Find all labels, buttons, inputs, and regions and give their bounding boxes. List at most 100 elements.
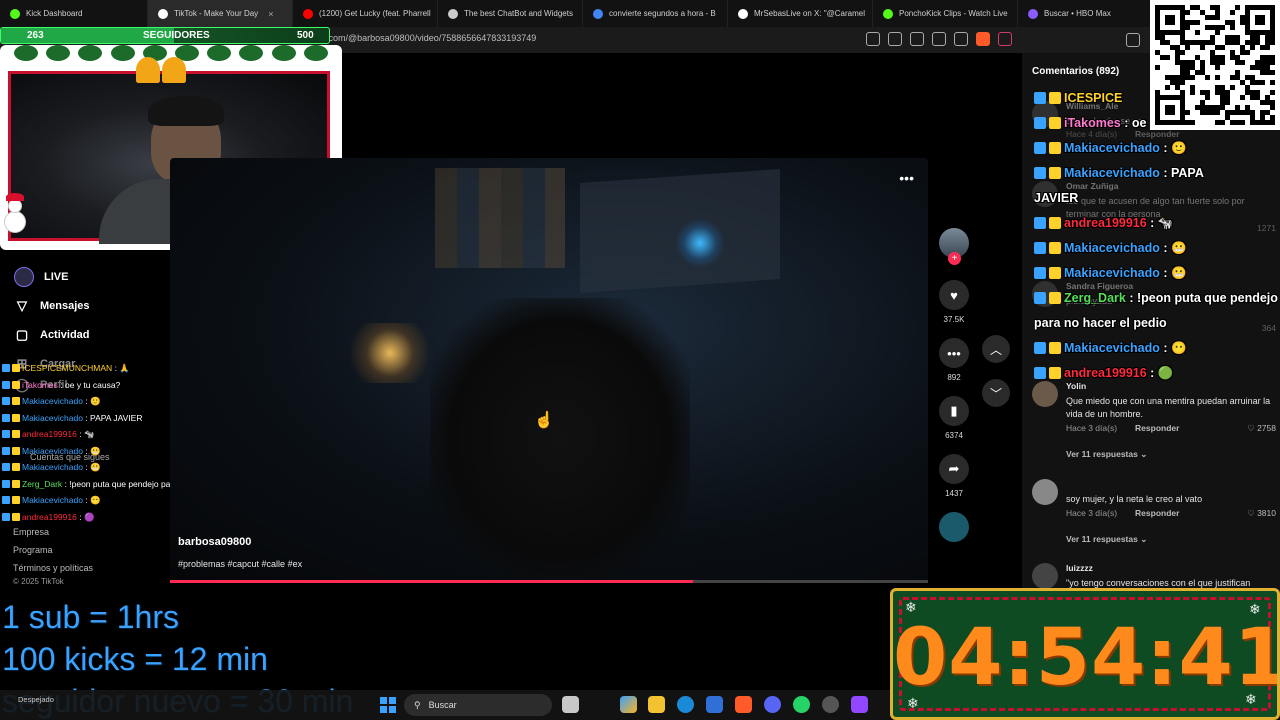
chat-username: ICESPICE <box>1064 91 1123 105</box>
chat-username: Makiacevichado <box>1064 166 1160 180</box>
chat-message: Makiacevichado : PAPA <box>1034 161 1278 186</box>
save-button[interactable]: ▮ <box>939 396 969 426</box>
sidebar-item-actividad[interactable]: ▢ Actividad <box>14 320 90 349</box>
tab-label: (1200) Get Lucky (feat. Pharrell <box>319 9 431 18</box>
sidebar-item-mensajes[interactable]: ▽ Mensajes <box>14 291 90 320</box>
video-author[interactable]: barbosa09800 <box>178 536 251 548</box>
rewards-icon[interactable] <box>998 32 1012 46</box>
translate-icon[interactable] <box>866 32 880 46</box>
reader-icon[interactable] <box>910 32 924 46</box>
chat-username: Makiacevichado <box>22 445 83 456</box>
chat-badge-icon <box>1034 167 1046 179</box>
chat-text: 😶 <box>1171 341 1187 355</box>
task-view-icon[interactable] <box>562 696 579 713</box>
windows-start-icon[interactable] <box>380 697 396 713</box>
chat-badge-icon <box>12 463 20 471</box>
next-video-button[interactable]: ﹀ <box>982 379 1010 407</box>
browser-tab[interactable]: PonchoKick Clips - Watch Live <box>873 0 1018 27</box>
bookmark-icon[interactable] <box>954 32 968 46</box>
taskbar-search[interactable]: ⚲ Buscar <box>404 694 552 716</box>
more-options-icon[interactable]: ••• <box>899 170 914 186</box>
chat-text: 😶 <box>90 495 101 505</box>
browser-tab[interactable]: Buscar • HBO Max <box>1018 0 1163 27</box>
browser-tab[interactable]: (1200) Get Lucky (feat. Pharrell <box>293 0 438 27</box>
file-explorer-icon[interactable] <box>648 696 665 713</box>
chat-badge-icon <box>2 479 10 488</box>
screen-icon[interactable] <box>888 32 902 46</box>
music-disc-icon[interactable] <box>939 512 969 542</box>
share-icon[interactable] <box>932 32 946 46</box>
follower-goal-bar: 263 SEGUIDORES 500 <box>0 27 330 44</box>
footer-link-empresa[interactable]: Empresa <box>13 523 93 541</box>
tab-label: PonchoKick Clips - Watch Live <box>899 9 1008 18</box>
qr-code <box>1150 0 1280 130</box>
browser-tab-bar: Kick Dashboard TikTok - Make Your Day × (12… <box>0 0 1280 27</box>
chat-separator: : <box>1159 241 1171 255</box>
copilot-icon[interactable] <box>620 696 637 713</box>
chat-badge-icon <box>12 446 20 455</box>
previous-video-button[interactable]: ︿ <box>982 335 1010 363</box>
view-replies-button[interactable]: Ver 11 respuestas ⌄ <box>1066 534 1147 545</box>
video-actions: + ♥ 37.5K ••• 892 ▮ 6374 ➦ 1437 <box>936 228 972 542</box>
chat-text: 🟣 <box>83 511 95 522</box>
chat-badge-icon <box>12 512 20 521</box>
chat-badge-icon <box>1049 117 1061 129</box>
sidebar-toggle-icon[interactable] <box>1126 33 1140 47</box>
share-count: 1437 <box>945 489 963 498</box>
chat-badge-icon <box>2 512 10 521</box>
browser-tab[interactable]: convierte segundos a hora - B <box>583 0 728 27</box>
tiktok-video-player[interactable]: ••• barbosa09800 #problemas #capcut #cal… <box>170 158 928 582</box>
chat-badge-icon <box>1034 117 1046 129</box>
like-button[interactable]: ♥ <box>939 280 969 310</box>
comment-avatar[interactable] <box>1032 563 1058 589</box>
video-subject <box>430 298 690 578</box>
url-text[interactable]: tiktok.com/@barbosa09800/video/758865664… <box>305 33 536 43</box>
browser-tab[interactable]: The best ChatBot and Widgets <box>438 0 583 27</box>
chat-separator: : <box>1159 166 1171 180</box>
chevron-down-icon: ﹀ <box>989 386 1002 401</box>
chat-badge-icon <box>1049 142 1061 154</box>
chat-separator: : <box>82 396 91 406</box>
edge-icon[interactable] <box>677 696 694 713</box>
chevron-up-icon: ︿ <box>989 342 1002 357</box>
stream-chat-overlay-right: ICESPICE iTakomes : oe Makiacevichado : 🙂 M… <box>1034 86 1278 386</box>
view-replies-button[interactable]: Ver 11 respuestas ⌄ <box>1066 449 1147 460</box>
discord-icon[interactable] <box>764 696 781 713</box>
share-button[interactable]: ➦ <box>939 454 969 484</box>
comment-button[interactable]: ••• <box>939 338 969 368</box>
author-avatar[interactable]: + <box>939 228 969 265</box>
store-icon[interactable] <box>706 696 723 713</box>
sidebar-item-live[interactable]: LIVE <box>14 262 90 291</box>
tab-close-icon[interactable]: × <box>268 9 273 19</box>
tab-label: MrSebasLive on X: "@Caramel <box>754 9 866 18</box>
comment-avatar[interactable] <box>1032 479 1058 505</box>
heart-icon: ♥ <box>950 287 958 303</box>
weather-widget[interactable]: Despejado <box>18 695 54 704</box>
chat-username: andrea199916 <box>1064 366 1147 380</box>
comment-like-button[interactable]: ♡ 3810 <box>1247 508 1276 519</box>
video-hashtags[interactable]: #problemas #capcut #calle #ex <box>178 559 302 569</box>
snowman-left-icon <box>2 193 28 237</box>
chat-text: 🙂 <box>1171 141 1187 155</box>
follow-plus-icon[interactable]: + <box>948 252 961 265</box>
obs-icon[interactable] <box>822 696 839 713</box>
chat-text: 🙂 <box>90 396 101 406</box>
bookmark-icon: ▮ <box>950 403 958 418</box>
chat-badge-icon <box>1049 217 1061 229</box>
whatsapp-icon[interactable] <box>793 696 810 713</box>
comment-like-button[interactable]: ♡ 2758 <box>1247 423 1276 434</box>
chat-username: andrea199916 <box>22 429 77 439</box>
footer-link-programa[interactable]: Programa <box>13 541 93 559</box>
video-progress-bar[interactable] <box>170 580 928 583</box>
browser-tab[interactable]: MrSebasLive on X: "@Caramel <box>728 0 873 27</box>
chat-separator: : <box>1159 141 1171 155</box>
brave-icon[interactable] <box>735 696 752 713</box>
browser-tab[interactable]: Kick Dashboard <box>0 0 148 27</box>
twitch-icon[interactable] <box>851 696 868 713</box>
chat-separator: : <box>76 429 84 439</box>
browser-tab[interactable]: TikTok - Make Your Day × <box>148 0 293 27</box>
chat-username: andrea199916 <box>22 511 77 522</box>
footer-link-terminos[interactable]: Términos y políticas <box>13 559 93 577</box>
chat-username: Zerg_Dark <box>22 478 63 489</box>
brave-shield-icon[interactable] <box>976 32 990 46</box>
